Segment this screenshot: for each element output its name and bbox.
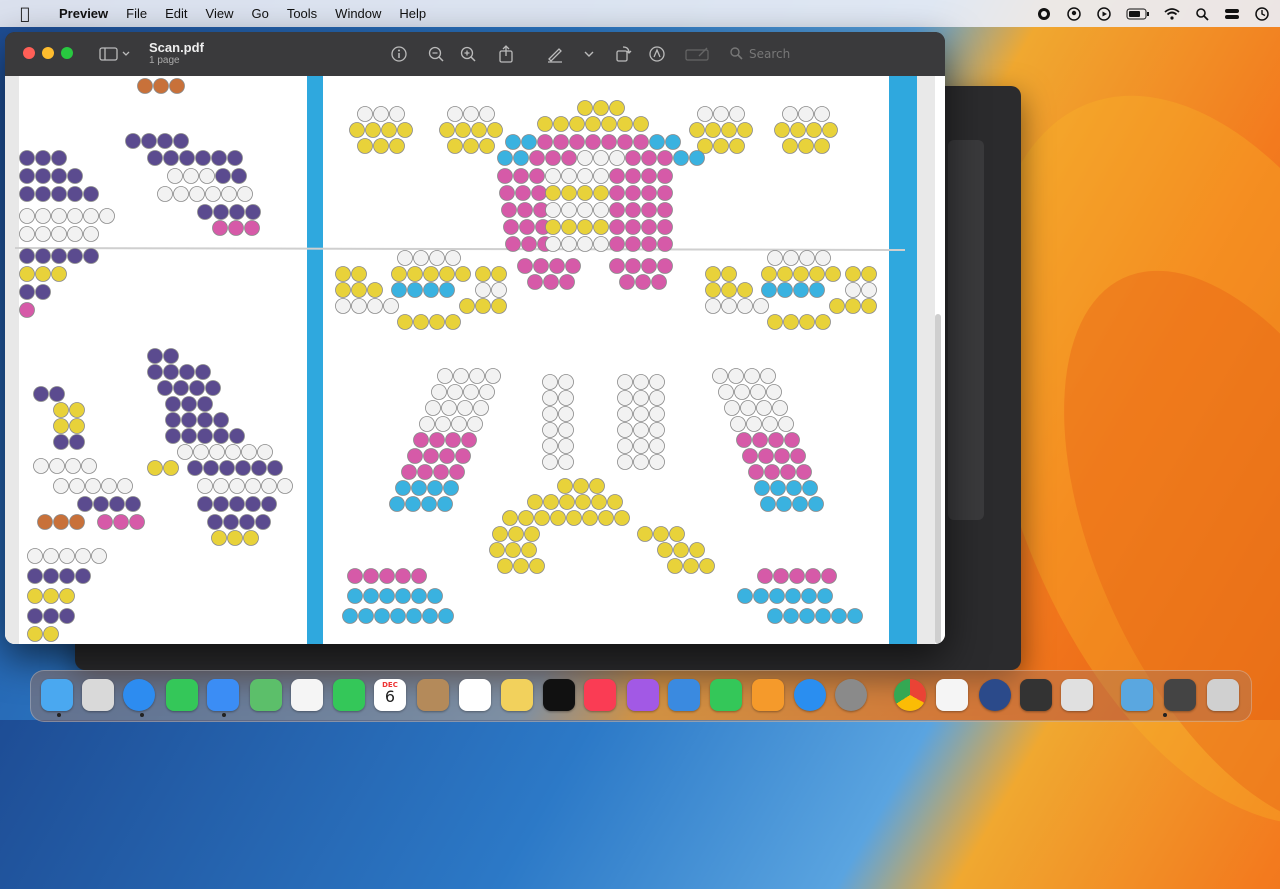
- chevron-down-icon[interactable]: [579, 44, 599, 64]
- running-indicator: [57, 713, 61, 717]
- chrome-icon[interactable]: [894, 679, 926, 711]
- notes-icon[interactable]: [501, 679, 533, 711]
- launchpad-icon[interactable]: [82, 679, 114, 711]
- appletv-icon[interactable]: [543, 679, 575, 711]
- search-placeholder: Search: [749, 47, 791, 61]
- menu-tools[interactable]: Tools: [278, 6, 326, 21]
- appstore-icon[interactable]: [794, 679, 826, 711]
- preview-icon[interactable]: [1061, 679, 1093, 711]
- menu-edit[interactable]: Edit: [156, 6, 196, 21]
- background-panel: [948, 140, 984, 520]
- minimize-button[interactable]: [42, 47, 54, 59]
- spotlight-icon[interactable]: [1194, 6, 1210, 22]
- rotate-icon[interactable]: [613, 44, 633, 64]
- podcasts-icon[interactable]: [627, 679, 659, 711]
- scanner-icon[interactable]: [1164, 679, 1196, 711]
- numbers-icon[interactable]: [710, 679, 742, 711]
- settings-icon[interactable]: [835, 679, 867, 711]
- maps-icon[interactable]: [250, 679, 282, 711]
- safari-icon[interactable]: [123, 679, 155, 711]
- downloads-icon[interactable]: [1121, 679, 1153, 711]
- preview-window: Scan.pdf 1 page Search: [5, 32, 945, 644]
- running-indicator: [222, 713, 226, 717]
- markup-pen-icon[interactable]: [545, 44, 565, 64]
- window-subtitle: 1 page: [149, 55, 180, 66]
- document-page[interactable]: [5, 76, 945, 644]
- zoom-in-icon[interactable]: [458, 44, 478, 64]
- reminders-icon[interactable]: [459, 679, 491, 711]
- markup-icon[interactable]: [647, 44, 667, 64]
- control-center-icon[interactable]: [1224, 6, 1240, 22]
- photos-icon[interactable]: [291, 679, 323, 711]
- keynote-icon[interactable]: [668, 679, 700, 711]
- textedit-icon[interactable]: [936, 679, 968, 711]
- running-indicator: [1163, 713, 1167, 717]
- user-icon[interactable]: [1066, 6, 1082, 22]
- trash-icon[interactable]: [1207, 679, 1239, 711]
- close-button[interactable]: [23, 47, 35, 59]
- menu-window[interactable]: Window: [326, 6, 390, 21]
- sidebar-toggle-icon[interactable]: [99, 44, 133, 64]
- apple-menu-icon[interactable]: : [0, 4, 50, 23]
- menu-bar:  Preview File Edit View Go Tools Window…: [0, 0, 1280, 27]
- mail-icon[interactable]: [207, 679, 239, 711]
- menu-help[interactable]: Help: [390, 6, 435, 21]
- facetime-icon[interactable]: [333, 679, 365, 711]
- title-bar: Scan.pdf 1 page Search: [5, 32, 945, 77]
- menu-file[interactable]: File: [117, 6, 156, 21]
- wifi-icon[interactable]: [1164, 6, 1180, 22]
- play-icon[interactable]: [1096, 6, 1112, 22]
- form-fill-icon: [685, 44, 711, 64]
- battery-icon[interactable]: [1126, 6, 1150, 22]
- calendar-icon[interactable]: DEC 6: [374, 679, 406, 711]
- share-icon[interactable]: [496, 44, 516, 64]
- window-title: Scan.pdf: [149, 40, 204, 55]
- music-icon[interactable]: [584, 679, 616, 711]
- quicktime-icon[interactable]: [979, 679, 1011, 711]
- finder-icon[interactable]: [41, 679, 73, 711]
- menu-view[interactable]: View: [197, 6, 243, 21]
- vertical-scrollbar[interactable]: [935, 314, 941, 644]
- menu-go[interactable]: Go: [242, 6, 277, 21]
- record-icon[interactable]: [1036, 6, 1052, 22]
- zoom-out-icon[interactable]: [426, 44, 446, 64]
- info-icon[interactable]: [389, 44, 409, 64]
- search-field[interactable]: Search: [723, 44, 919, 64]
- running-indicator: [140, 713, 144, 717]
- contacts-icon[interactable]: [417, 679, 449, 711]
- calendar-day: 6: [384, 687, 396, 706]
- scanned-bead-pattern-image: [5, 76, 945, 644]
- messages-icon[interactable]: [166, 679, 198, 711]
- drive-icon[interactable]: [1020, 679, 1052, 711]
- clock-icon[interactable]: [1254, 6, 1270, 22]
- search-icon: [729, 46, 743, 63]
- pages-icon[interactable]: [752, 679, 784, 711]
- menu-preview[interactable]: Preview: [50, 6, 117, 21]
- zoom-button[interactable]: [61, 47, 73, 59]
